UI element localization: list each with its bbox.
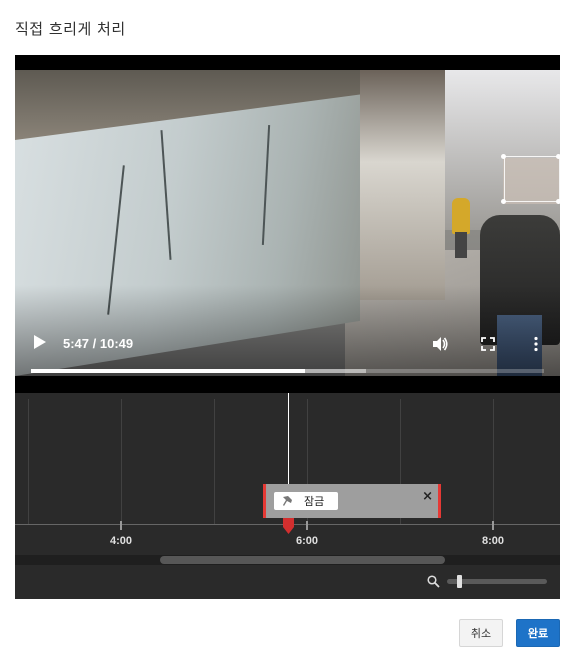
playhead-marker-icon[interactable] [282, 518, 295, 534]
done-button[interactable]: 완료 [516, 619, 560, 647]
blur-timeline[interactable]: 4:00 6:00 8:00 잠금 × [15, 393, 560, 599]
volume-icon[interactable] [431, 335, 449, 353]
timeline-tick-label: 8:00 [481, 535, 505, 547]
cancel-button[interactable]: 취소 [459, 619, 503, 647]
timeline-tick-label: 4:00 [109, 535, 133, 547]
close-icon[interactable]: × [422, 490, 433, 503]
blur-resize-handle[interactable] [501, 199, 506, 204]
search-icon [427, 575, 440, 588]
video-player[interactable]: 5:47 / 10:49 [15, 55, 560, 393]
timeline-tick-label: 6:00 [295, 535, 319, 547]
more-vert-icon[interactable] [527, 335, 545, 353]
time-display: 5:47 / 10:49 [63, 336, 134, 351]
blur-resize-handle[interactable] [556, 154, 560, 159]
lock-label: 잠금 [304, 495, 325, 508]
timeline-tick [120, 521, 122, 530]
lock-toggle-button[interactable]: 잠금 [274, 492, 338, 510]
timeline-scrollbar-thumb[interactable] [160, 556, 445, 564]
dialog-title: 직접 흐리게 처리 [15, 20, 126, 38]
progress-played [31, 369, 305, 373]
blur-segment[interactable]: 잠금 × [263, 484, 441, 518]
blur-resize-handle[interactable] [556, 199, 560, 204]
pin-icon [283, 496, 292, 506]
zoom-slider-handle[interactable] [457, 575, 462, 588]
play-icon[interactable] [33, 334, 47, 350]
zoom-slider[interactable] [447, 579, 547, 584]
blur-selection-box[interactable] [504, 156, 560, 202]
timeline-tick [492, 521, 494, 530]
blur-resize-handle[interactable] [501, 154, 506, 159]
fullscreen-icon[interactable] [479, 335, 497, 353]
timeline-tick [306, 521, 308, 530]
